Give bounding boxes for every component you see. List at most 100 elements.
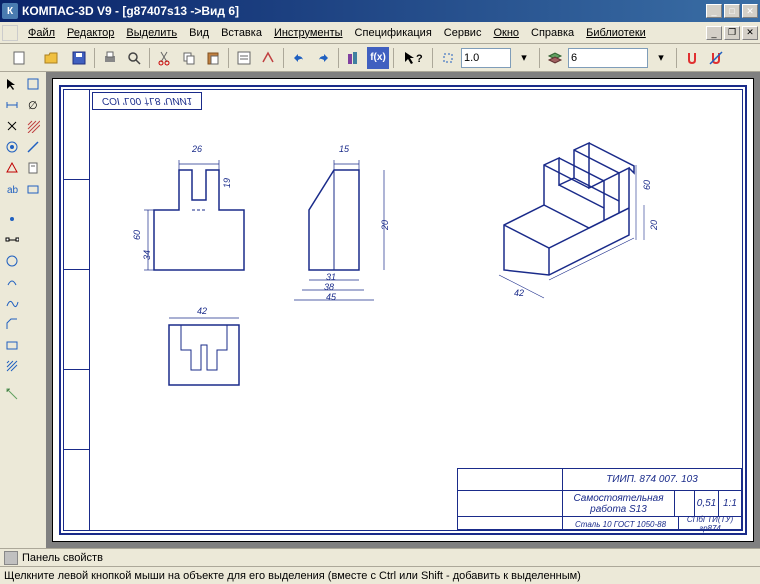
left-margin (64, 90, 90, 530)
menu-service[interactable]: Сервис (438, 24, 488, 42)
window-title: КОМПАС-3D V9 - [g87407s13 ->Вид 6] (22, 4, 706, 18)
menu-file[interactable]: Файл (22, 24, 61, 42)
save-button[interactable] (68, 47, 90, 69)
mdi-minimize-button[interactable]: _ (706, 26, 722, 40)
arc-tool[interactable] (2, 272, 22, 292)
open-button[interactable] (36, 47, 66, 69)
hatch-tool[interactable] (23, 116, 43, 136)
menu-window[interactable]: Окно (487, 24, 525, 42)
drawing-canvas[interactable]: СОІ 'L00 †L8 'UИИ1 (52, 78, 754, 542)
tb-scale: 1:1 (719, 491, 741, 516)
menu-view[interactable]: Вид (183, 24, 215, 42)
dim-15: 15 (339, 144, 349, 154)
maximize-button[interactable]: □ (724, 4, 740, 18)
svg-text:ab: ab (7, 185, 19, 196)
dim-42: 42 (197, 306, 207, 316)
line-tool[interactable] (23, 137, 43, 157)
edit-tool[interactable] (2, 137, 22, 157)
scale-dropdown[interactable]: ▾ (513, 47, 535, 69)
menu-select[interactable]: Выделить (120, 24, 183, 42)
geometry-tool[interactable] (23, 74, 43, 94)
check-tool[interactable] (23, 179, 43, 199)
side-view: 15 31 38 45 20 (294, 150, 414, 320)
select-tool[interactable] (2, 74, 22, 94)
titlebar: К КОМПАС-3D V9 - [g87407s13 ->Вид 6] _ □… (0, 0, 760, 22)
main-area: ∅ ab (0, 72, 760, 548)
toolbar: f(x) ? ▾ ▾ (0, 44, 760, 72)
menu-tools[interactable]: Инструменты (268, 24, 349, 42)
segment-tool[interactable] (2, 230, 22, 250)
svg-text:?: ? (416, 53, 423, 65)
close-button[interactable]: ✕ (742, 4, 758, 18)
mdi-close-button[interactable]: ✕ (742, 26, 758, 40)
properties-panel-icon (4, 551, 18, 565)
paste-button[interactable] (202, 47, 224, 69)
minimize-button[interactable]: _ (706, 4, 722, 18)
properties-panel-bar[interactable]: Панель свойств (0, 548, 760, 566)
aux-tool[interactable] (2, 384, 22, 404)
isometric-view: 60 20 42 (464, 130, 664, 310)
param-tool[interactable]: ab (2, 179, 22, 199)
layers-button[interactable] (544, 47, 566, 69)
dim-26: 26 (192, 144, 202, 154)
tb-org: СПбГТИ(ТУ) гр874 (679, 517, 741, 531)
preview-button[interactable] (123, 47, 145, 69)
side-toolbar: ∅ ab (0, 72, 46, 548)
print-button[interactable] (99, 47, 121, 69)
measure-tool[interactable] (2, 158, 22, 178)
magnet-on-icon[interactable] (681, 47, 703, 69)
cut-button[interactable] (154, 47, 176, 69)
top-designation-label: СОІ 'L00 †L8 'UИИ1 (92, 92, 202, 110)
redo-button[interactable] (312, 47, 334, 69)
titleblock: ТИИП. 874 007. 103 Самостоятельная работ… (457, 468, 742, 530)
state-dropdown[interactable]: ▾ (650, 47, 672, 69)
tb-name: Самостоятельная работа S13 (563, 491, 675, 516)
help-pointer-button[interactable]: ? (398, 47, 428, 69)
state-input[interactable] (568, 48, 648, 68)
library-button[interactable] (343, 47, 365, 69)
properties-button[interactable] (233, 47, 255, 69)
new-button[interactable] (4, 47, 34, 69)
copy-button[interactable] (178, 47, 200, 69)
dimension-tool[interactable] (2, 95, 22, 115)
magnet-off-icon[interactable] (705, 47, 727, 69)
dim-45: 45 (326, 292, 336, 302)
dim-19: 19 (222, 178, 232, 188)
undo-button[interactable] (288, 47, 310, 69)
variables-button[interactable]: f(x) (367, 47, 389, 69)
chamfer-tool[interactable] (2, 314, 22, 334)
dim-31: 31 (326, 272, 336, 282)
properties-panel-label: Панель свойств (22, 552, 103, 564)
dim-34: 34 (142, 250, 152, 260)
menu-spec[interactable]: Спецификация (349, 24, 438, 42)
snap-button[interactable] (437, 47, 459, 69)
menubar: Файл Редактор Выделить Вид Вставка Инстр… (0, 22, 760, 44)
dim-38: 38 (324, 282, 334, 292)
format-button[interactable] (257, 47, 279, 69)
doc-icon (2, 25, 18, 41)
symbol-tool[interactable]: ∅ (23, 95, 43, 115)
menu-help[interactable]: Справка (525, 24, 580, 42)
menu-edit[interactable]: Редактор (61, 24, 120, 42)
dim-60: 60 (132, 230, 142, 240)
circle-tool[interactable] (2, 251, 22, 271)
scale-input[interactable] (461, 48, 511, 68)
rect-tool[interactable] (2, 335, 22, 355)
menu-libs[interactable]: Библиотеки (580, 24, 652, 42)
spline-tool[interactable] (2, 293, 22, 313)
point-tool[interactable] (2, 209, 22, 229)
text-tool[interactable] (2, 116, 22, 136)
iso-dim-20: 20 (649, 220, 659, 230)
menu-insert[interactable]: Вставка (215, 24, 268, 42)
front-view: 26 60 34 19 (144, 150, 254, 280)
status-hint: Щелкните левой кнопкой мыши на объекте д… (4, 570, 581, 582)
svg-text:∅: ∅ (28, 100, 38, 112)
mdi-restore-button[interactable]: ❐ (724, 26, 740, 40)
spec-tool[interactable] (23, 158, 43, 178)
tb-code: ТИИП. 874 007. 103 (563, 469, 741, 490)
fill-tool[interactable] (2, 356, 22, 376)
app-icon: К (2, 3, 18, 19)
top-view: 42 (159, 310, 259, 400)
tb-material: Сталь 10 ГОСТ 1050-88 (563, 517, 679, 531)
dim-20: 20 (380, 220, 390, 230)
